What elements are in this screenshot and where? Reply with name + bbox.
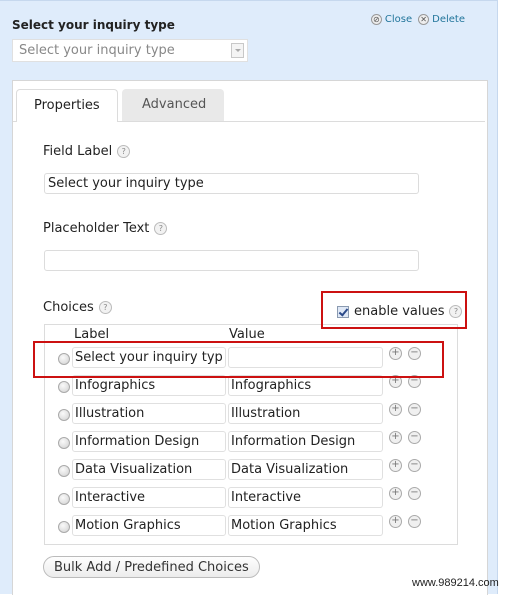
delete-button[interactable]: ✕ Delete <box>418 14 465 25</box>
help-icon[interactable]: ? <box>98 301 112 314</box>
field-label-heading: Field Label ? <box>43 144 131 159</box>
remove-choice-icon[interactable]: − <box>408 403 421 416</box>
choice-row: + − <box>45 515 455 537</box>
default-choice-radio[interactable] <box>58 381 70 393</box>
remove-choice-icon[interactable]: − <box>408 487 421 500</box>
choice-label-input[interactable] <box>72 347 226 368</box>
default-choice-radio[interactable] <box>58 409 70 421</box>
placeholder-input[interactable] <box>44 250 419 271</box>
choice-label-input[interactable] <box>72 431 226 452</box>
default-choice-radio[interactable] <box>58 521 70 533</box>
choice-row: + − <box>45 403 455 425</box>
choice-label-input[interactable] <box>72 515 226 536</box>
choice-value-input[interactable] <box>228 403 383 424</box>
field-label-title: Field Label <box>43 144 113 159</box>
choice-value-input[interactable] <box>228 515 383 536</box>
tab-bar: Properties Advanced <box>16 89 224 122</box>
settings-panel: Properties Advanced Field Label ? Placeh… <box>12 80 488 595</box>
remove-choice-icon[interactable]: − <box>408 459 421 472</box>
close-icon: ⊘ <box>370 14 382 25</box>
choices-heading: Choices ? <box>43 300 112 315</box>
default-choice-radio[interactable] <box>58 465 70 477</box>
active-tab-gap <box>17 121 117 122</box>
field-actions: ⊘ Close ✕ Delete <box>370 14 465 25</box>
default-choice-radio[interactable] <box>58 437 70 449</box>
help-icon[interactable]: ? <box>154 222 168 235</box>
field-editor-container: Select your inquiry type Select your inq… <box>0 0 498 595</box>
choice-label-input[interactable] <box>72 487 226 508</box>
enable-values-checkbox[interactable] <box>337 305 349 318</box>
add-choice-icon[interactable]: + <box>389 375 402 388</box>
choice-label-input[interactable] <box>72 459 226 480</box>
field-label-input[interactable] <box>44 173 419 194</box>
bulk-add-button[interactable]: Bulk Add / Predefined Choices <box>43 556 260 578</box>
remove-choice-icon[interactable]: − <box>408 375 421 388</box>
chevron-down-icon[interactable] <box>231 43 244 58</box>
add-choice-icon[interactable]: + <box>389 459 402 472</box>
enable-values-toggle[interactable]: enable values ? <box>337 304 463 319</box>
preview-select[interactable]: Select your inquiry type <box>12 39 248 62</box>
placeholder-heading: Placeholder Text ? <box>43 221 168 236</box>
add-choice-icon[interactable]: + <box>389 403 402 416</box>
close-button[interactable]: ⊘ Close <box>370 14 413 25</box>
help-icon[interactable]: ? <box>449 305 463 318</box>
choice-value-input[interactable] <box>228 459 383 480</box>
close-label: Close <box>384 14 413 25</box>
default-choice-radio[interactable] <box>58 353 70 365</box>
add-choice-icon[interactable]: + <box>389 487 402 500</box>
delete-icon: ✕ <box>418 14 430 25</box>
choice-row: + − <box>45 375 455 397</box>
choice-row: + − <box>45 459 455 481</box>
default-choice-radio[interactable] <box>58 493 70 505</box>
choice-value-input[interactable] <box>228 487 383 508</box>
choice-row: + − <box>45 347 455 369</box>
preview-select-value: Select your inquiry type <box>19 43 175 58</box>
remove-choice-icon[interactable]: − <box>408 515 421 528</box>
choice-label-input[interactable] <box>72 375 226 396</box>
column-header-label: Label <box>74 327 110 342</box>
choices-list: Label Value + − + − + − <box>44 324 458 545</box>
enable-values-label: enable values <box>354 304 445 319</box>
choice-value-input[interactable] <box>228 375 383 396</box>
column-header-value: Value <box>229 327 265 342</box>
choice-label-input[interactable] <box>72 403 226 424</box>
tab-advanced[interactable]: Advanced <box>122 89 224 121</box>
choice-value-input[interactable] <box>228 347 383 368</box>
add-choice-icon[interactable]: + <box>389 515 402 528</box>
field-title: Select your inquiry type <box>12 18 175 32</box>
watermark: www.989214.com <box>412 577 499 589</box>
remove-choice-icon[interactable]: − <box>408 347 421 360</box>
add-choice-icon[interactable]: + <box>389 347 402 360</box>
choices-title: Choices <box>43 300 94 315</box>
choice-row: + − <box>45 431 455 453</box>
choice-row: + − <box>45 487 455 509</box>
remove-choice-icon[interactable]: − <box>408 431 421 444</box>
tab-properties[interactable]: Properties <box>16 89 118 122</box>
placeholder-title: Placeholder Text <box>43 221 150 236</box>
help-icon[interactable]: ? <box>117 145 131 158</box>
add-choice-icon[interactable]: + <box>389 431 402 444</box>
delete-label: Delete <box>432 14 465 25</box>
choice-value-input[interactable] <box>228 431 383 452</box>
